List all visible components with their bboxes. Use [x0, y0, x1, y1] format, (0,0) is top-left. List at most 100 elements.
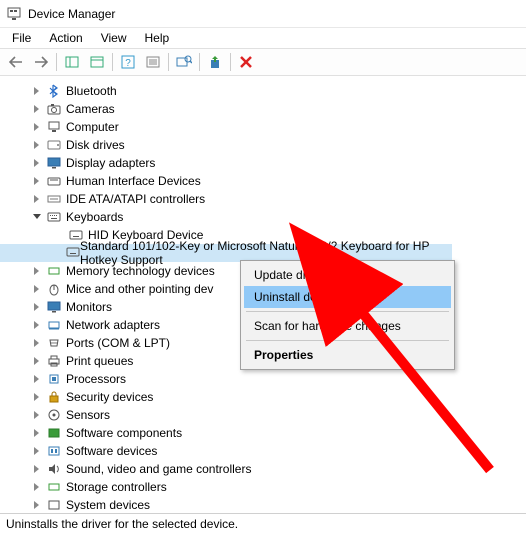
- keyboard-icon: [46, 209, 62, 225]
- menu-view[interactable]: View: [93, 29, 135, 47]
- expand-icon[interactable]: [30, 84, 44, 98]
- expand-icon[interactable]: [30, 300, 44, 314]
- tree-label: Keyboards: [66, 210, 123, 224]
- sensor-icon: [46, 407, 62, 423]
- tree-item-cameras[interactable]: Cameras: [30, 100, 526, 118]
- forward-button[interactable]: [29, 51, 53, 73]
- port-icon: [46, 335, 62, 351]
- tree-item-system[interactable]: System devices: [30, 496, 526, 514]
- properties-button[interactable]: [85, 51, 109, 73]
- toolbar-separator: [56, 53, 57, 71]
- tree-label: Network adapters: [66, 318, 160, 332]
- tree-item-computer[interactable]: Computer: [30, 118, 526, 136]
- expand-icon[interactable]: [30, 390, 44, 404]
- tree-item-security[interactable]: Security devices: [30, 388, 526, 406]
- tree-label: Print queues: [66, 354, 133, 368]
- tree-label: IDE ATA/ATAPI controllers: [66, 192, 205, 206]
- tree-label: Memory technology devices: [66, 264, 215, 278]
- network-icon: [46, 317, 62, 333]
- expand-icon[interactable]: [30, 462, 44, 476]
- menu-file[interactable]: File: [4, 29, 39, 47]
- menu-help[interactable]: Help: [137, 29, 178, 47]
- tree-item-processors[interactable]: Processors: [30, 370, 526, 388]
- expand-icon[interactable]: [30, 174, 44, 188]
- tree-item-disk-drives[interactable]: Disk drives: [30, 136, 526, 154]
- keyboard-icon: [66, 246, 80, 260]
- display-icon: [46, 155, 62, 171]
- toolbar-separator: [230, 53, 231, 71]
- tree-label: Mice and other pointing dev: [66, 282, 213, 296]
- tree-item-bluetooth[interactable]: Bluetooth: [30, 82, 526, 100]
- tree-item-sensors[interactable]: Sensors: [30, 406, 526, 424]
- tree-item-software-devices[interactable]: Software devices: [30, 442, 526, 460]
- tree-item-storage[interactable]: Storage controllers: [30, 478, 526, 496]
- component-icon: [46, 425, 62, 441]
- tree-item-ide[interactable]: IDE ATA/ATAPI controllers: [30, 190, 526, 208]
- tree-label: Ports (COM & LPT): [66, 336, 170, 350]
- expand-icon[interactable]: [30, 444, 44, 458]
- tree-item-software-components[interactable]: Software components: [30, 424, 526, 442]
- tree-item-sound[interactable]: Sound, video and game controllers: [30, 460, 526, 478]
- scan-hardware-button[interactable]: [172, 51, 196, 73]
- monitor-icon: [46, 299, 62, 315]
- tree-item-hid[interactable]: Human Interface Devices: [30, 172, 526, 190]
- expand-icon[interactable]: [30, 426, 44, 440]
- tree-label: Security devices: [66, 390, 153, 404]
- expand-icon[interactable]: [30, 372, 44, 386]
- tree-label: Human Interface Devices: [66, 174, 201, 188]
- titlebar: Device Manager: [0, 0, 526, 28]
- ide-icon: [46, 191, 62, 207]
- expand-icon[interactable]: [30, 408, 44, 422]
- statusbar: Uninstalls the driver for the selected d…: [0, 513, 526, 533]
- collapse-icon[interactable]: [30, 210, 44, 224]
- expand-icon[interactable]: [30, 156, 44, 170]
- show-hide-tree-button[interactable]: [60, 51, 84, 73]
- expand-icon[interactable]: [30, 318, 44, 332]
- expand-icon[interactable]: [30, 120, 44, 134]
- menubar: File Action View Help: [0, 28, 526, 48]
- tree-label: Bluetooth: [66, 84, 117, 98]
- expand-icon[interactable]: [30, 102, 44, 116]
- context-scan-hardware[interactable]: Scan for hardware changes: [244, 315, 451, 337]
- toolbar-separator: [199, 53, 200, 71]
- tree-label: Cameras: [66, 102, 115, 116]
- spacer: [52, 246, 64, 260]
- speaker-icon: [46, 461, 62, 477]
- printer-icon: [46, 353, 62, 369]
- tree-item-display-adapters[interactable]: Display adapters: [30, 154, 526, 172]
- back-button[interactable]: [4, 51, 28, 73]
- svg-text:?: ?: [125, 58, 131, 69]
- uninstall-toolbar-button[interactable]: [234, 51, 258, 73]
- toolbar-separator: [112, 53, 113, 71]
- tree-label: System devices: [66, 498, 150, 512]
- tree-label: Sensors: [66, 408, 110, 422]
- expand-icon[interactable]: [30, 480, 44, 494]
- software-icon: [46, 443, 62, 459]
- cpu-icon: [46, 371, 62, 387]
- toolbar-separator: [168, 53, 169, 71]
- menu-action[interactable]: Action: [41, 29, 90, 47]
- expand-icon[interactable]: [30, 192, 44, 206]
- context-uninstall-device[interactable]: Uninstall device: [244, 286, 451, 308]
- context-separator: [246, 340, 449, 341]
- expand-icon[interactable]: [30, 336, 44, 350]
- tree-item-keyboards[interactable]: Keyboards: [30, 208, 526, 226]
- tree-label: Disk drives: [66, 138, 125, 152]
- expand-icon[interactable]: [30, 282, 44, 296]
- memory-icon: [46, 263, 62, 279]
- computer-icon: [46, 119, 62, 135]
- update-driver-toolbar-button[interactable]: [203, 51, 227, 73]
- tree-label: Sound, video and game controllers: [66, 462, 251, 476]
- expand-icon[interactable]: [30, 498, 44, 512]
- action-toolbar-button[interactable]: [141, 51, 165, 73]
- context-update-driver[interactable]: Update driver: [244, 264, 451, 286]
- context-properties[interactable]: Properties: [244, 344, 451, 366]
- tree-label: Software devices: [66, 444, 157, 458]
- expand-icon[interactable]: [30, 264, 44, 278]
- expand-icon[interactable]: [30, 138, 44, 152]
- system-icon: [46, 497, 62, 513]
- help-button[interactable]: ?: [116, 51, 140, 73]
- expand-icon[interactable]: [30, 354, 44, 368]
- bluetooth-icon: [46, 83, 62, 99]
- storage-icon: [46, 479, 62, 495]
